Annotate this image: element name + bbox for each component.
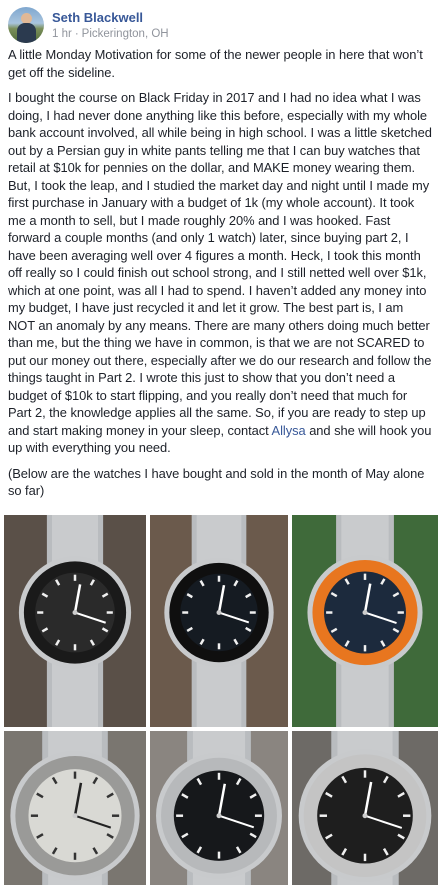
photo-gallery [0, 515, 442, 885]
separator: · [74, 28, 79, 40]
post-meta: Seth Blackwell 1 hr · Pickerington, OH [52, 7, 169, 42]
post-location[interactable]: Pickerington, OH [82, 26, 169, 42]
mention-link[interactable]: Allysa [272, 423, 306, 438]
post-header: Seth Blackwell 1 hr · Pickerington, OH [0, 0, 442, 46]
watch-photo-6[interactable] [292, 731, 438, 885]
author-name[interactable]: Seth Blackwell [52, 10, 169, 26]
facebook-post: Seth Blackwell 1 hr · Pickerington, OH A… [0, 0, 442, 885]
paragraph-2: I bought the course on Black Friday in 2… [8, 90, 432, 455]
post-time[interactable]: 1 hr [52, 26, 72, 42]
watch-photo-4[interactable] [4, 731, 146, 885]
post-subline: 1 hr · Pickerington, OH [52, 26, 169, 42]
watch-photo-2[interactable] [150, 515, 288, 727]
post-body: A little Monday Motivation for some of t… [0, 46, 442, 500]
watch-photo-1[interactable] [4, 515, 146, 727]
paragraph-3: (Below are the watches I have bought and… [8, 465, 425, 499]
avatar[interactable] [8, 7, 44, 43]
paragraph-1: A little Monday Motivation for some of t… [8, 47, 423, 80]
watch-photo-5[interactable] [150, 731, 288, 885]
watch-photo-3[interactable] [292, 515, 438, 727]
